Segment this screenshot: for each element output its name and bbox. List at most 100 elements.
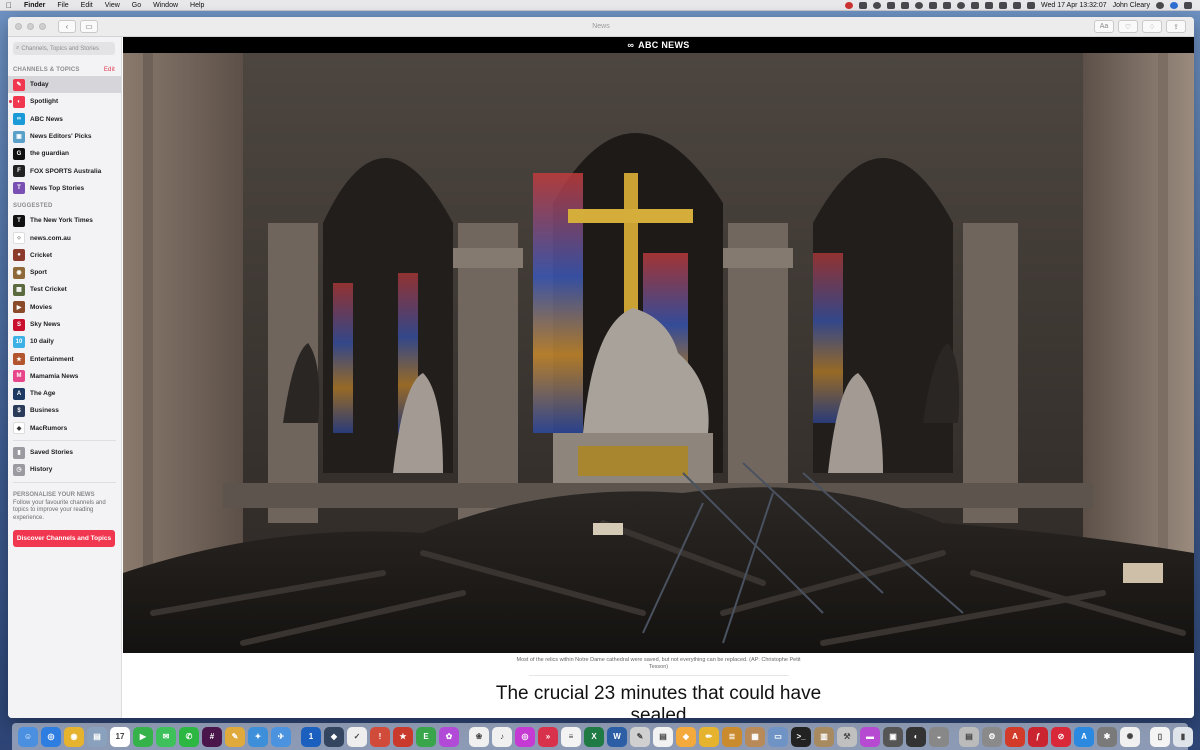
- sidebar-item-the-new-york-times[interactable]: T The New York Times: [8, 212, 121, 229]
- sidebar-item-news-top-stories[interactable]: T News Top Stories: [8, 180, 121, 197]
- tools-icon[interactable]: ⚒: [837, 726, 857, 747]
- dropbox-icon[interactable]: [886, 1, 895, 9]
- mail-icon[interactable]: ✈: [271, 726, 291, 747]
- archive-icon[interactable]: ▦: [745, 726, 765, 747]
- sidebar-item-fox-sports-australia[interactable]: F FOX SPORTS Australia: [8, 162, 121, 179]
- status-icon[interactable]: [928, 1, 937, 9]
- sidebar-item-business[interactable]: $ Business: [8, 402, 121, 419]
- battery-icon[interactable]: [1026, 1, 1035, 9]
- sketch-icon[interactable]: ◆: [676, 726, 696, 747]
- siri-icon[interactable]: [1170, 1, 1178, 9]
- streaming-icon[interactable]: »: [538, 726, 558, 747]
- discover-channels-button[interactable]: Discover Channels and Topics: [13, 530, 115, 548]
- article-view[interactable]: ∞ ABC NEWS Most of the relics within Not…: [123, 37, 1194, 718]
- volume-icon[interactable]: [998, 1, 1007, 9]
- zoom-button[interactable]: [39, 23, 46, 30]
- package-icon[interactable]: ▥: [814, 726, 834, 747]
- camera-icon[interactable]: ▣: [883, 726, 903, 747]
- lightbulb-icon[interactable]: ✺: [1120, 726, 1140, 747]
- status-icon[interactable]: [900, 1, 909, 9]
- search-icon[interactable]: [1156, 1, 1164, 9]
- appstore-icon[interactable]: A: [1074, 726, 1094, 747]
- dislike-button[interactable]: ♢: [1142, 20, 1162, 33]
- acrobat-icon[interactable]: ƒ: [1028, 726, 1048, 747]
- status-icon[interactable]: [914, 1, 923, 9]
- tweetbot-icon[interactable]: ✦: [248, 726, 268, 747]
- pencil-icon[interactable]: ✏: [699, 726, 719, 747]
- notification-center-icon[interactable]: [1184, 1, 1192, 9]
- sidebar-item-saved-stories[interactable]: ▮ Saved Stories: [8, 444, 121, 461]
- status-icon[interactable]: [956, 1, 965, 9]
- sidebar-item-news-editors-picks[interactable]: ▣ News Editors' Picks: [8, 128, 121, 145]
- menubar-clock[interactable]: Wed 17 Apr 13:32:07: [1041, 2, 1107, 9]
- folder-icon[interactable]: ▬: [860, 726, 880, 747]
- sidebar-item-the-guardian[interactable]: Gthe guardian: [8, 145, 121, 162]
- apple-icon[interactable]: : [0, 1, 18, 10]
- sidebar-item-history[interactable]: ◷ History: [8, 461, 121, 478]
- flag-icon[interactable]: [1012, 1, 1021, 9]
- sidebar-item-entertainment[interactable]: ★ Entertainment: [8, 350, 121, 367]
- edit-button[interactable]: Edit: [104, 67, 115, 73]
- settings-icon[interactable]: ⚙: [982, 726, 1002, 747]
- menubar-user[interactable]: John Cleary: [1113, 2, 1150, 9]
- disk-icon[interactable]: ◒: [929, 726, 949, 747]
- menu-help[interactable]: Help: [184, 2, 210, 9]
- todo-icon[interactable]: !: [370, 726, 390, 747]
- menu-go[interactable]: Go: [126, 2, 147, 9]
- music-icon[interactable]: ♪: [492, 726, 512, 747]
- messages-icon[interactable]: ✉: [156, 726, 176, 747]
- textedit-icon[interactable]: ≡: [561, 726, 581, 747]
- vpn-icon[interactable]: ◆: [324, 726, 344, 747]
- status-icon[interactable]: [942, 1, 951, 9]
- close-button[interactable]: [15, 23, 22, 30]
- wifi-icon[interactable]: [984, 1, 993, 9]
- menu-file[interactable]: File: [51, 2, 74, 9]
- minimize-button[interactable]: [27, 23, 34, 30]
- star-icon[interactable]: ★: [393, 726, 413, 747]
- flower-icon[interactable]: ✿: [439, 726, 459, 747]
- trash-icon[interactable]: ▮: [1173, 726, 1193, 747]
- sidebar-item-cricket[interactable]: ● Cricket: [8, 247, 121, 264]
- sidebar-item-test-cricket[interactable]: ▦ Test Cricket: [8, 281, 121, 298]
- sidebar-item-news-com-au[interactable]: ⁘ news.com.au: [8, 229, 121, 246]
- sidebar-item-macrumors[interactable]: ◆ MacRumors: [8, 420, 121, 437]
- status-icon[interactable]: [844, 1, 853, 9]
- stack-icon[interactable]: ≣: [722, 726, 742, 747]
- flux-icon[interactable]: ◐: [906, 726, 926, 747]
- book-icon[interactable]: ▤: [653, 726, 673, 747]
- storage-icon[interactable]: ▤: [959, 726, 979, 747]
- back-button[interactable]: ‹: [58, 20, 76, 33]
- sidebar-item-sport[interactable]: ◉ Sport: [8, 264, 121, 281]
- sidebar-item-the-age[interactable]: A The Age: [8, 385, 121, 402]
- sidebar-item-abc-news[interactable]: ∞ ABC News: [8, 111, 121, 128]
- reminders-icon[interactable]: ✓: [347, 726, 367, 747]
- sidebar-item-10-daily[interactable]: 10 10 daily: [8, 333, 121, 350]
- text-size-button[interactable]: Aa: [1094, 20, 1114, 33]
- sidebar-item-movies[interactable]: ▶ Movies: [8, 299, 121, 316]
- menu-edit[interactable]: Edit: [75, 2, 99, 9]
- search-field[interactable]: ⌕ Channels, Topics and Stories: [13, 42, 115, 55]
- script-icon[interactable]: ✎: [630, 726, 650, 747]
- evernote-icon[interactable]: E: [416, 726, 436, 747]
- sidebar-item-mamamia-news[interactable]: M Mamamia News: [8, 368, 121, 385]
- sidebar-item-sky-news[interactable]: S Sky News: [8, 316, 121, 333]
- 1password-icon[interactable]: 1: [301, 726, 321, 747]
- blocker-icon[interactable]: ⊘: [1051, 726, 1071, 747]
- status-icon[interactable]: [872, 1, 881, 9]
- terminal-icon[interactable]: >_: [791, 726, 811, 747]
- photos-icon[interactable]: ❀: [469, 726, 489, 747]
- sidebar-item-spotlight[interactable]: ◐ Spotlight: [8, 93, 121, 110]
- chrome-icon[interactable]: ◉: [64, 726, 84, 747]
- pdf-icon[interactable]: A: [1005, 726, 1025, 747]
- sidebar-toggle-button[interactable]: ▭: [80, 20, 98, 33]
- finder-icon[interactable]: ☺: [18, 726, 38, 747]
- calendar-icon[interactable]: 17: [110, 726, 130, 747]
- safari-icon[interactable]: ◎: [41, 726, 61, 747]
- gear-icon[interactable]: ✱: [1097, 726, 1117, 747]
- whatsapp-icon[interactable]: ✆: [179, 726, 199, 747]
- notes-icon[interactable]: ✎: [225, 726, 245, 747]
- hero-image[interactable]: [123, 53, 1194, 653]
- menu-app-name[interactable]: Finder: [18, 2, 51, 9]
- excel-icon[interactable]: X: [584, 726, 604, 747]
- share-button[interactable]: ⇪: [1166, 20, 1186, 33]
